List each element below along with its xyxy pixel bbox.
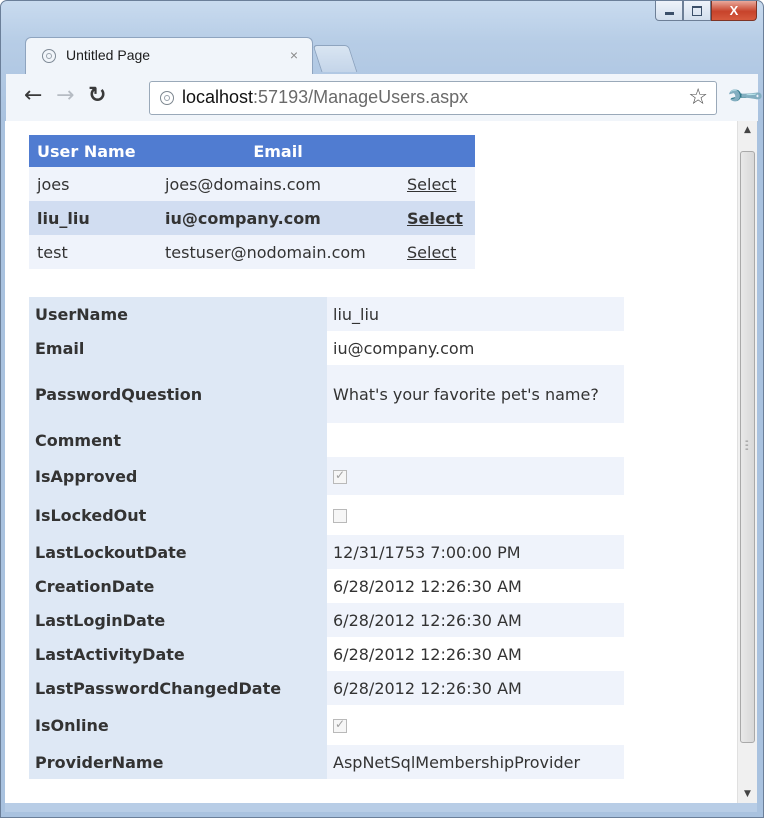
browser-toolbar: ← → ↻ localhost:57193/ManageUsers.aspx ☆…: [6, 74, 764, 122]
email-cell: iu@company.com: [165, 208, 321, 228]
field-label: PasswordQuestion: [29, 365, 327, 423]
details-row: LastActivityDate 6/28/2012 12:26:30 AM: [29, 637, 624, 671]
tab-title: Untitled Page: [66, 47, 151, 63]
select-link[interactable]: Select: [407, 175, 456, 194]
window-bottom-border: [5, 803, 757, 812]
page-content: User Name Email joes joes@domains.com Sele…: [5, 121, 737, 803]
bookmark-star-icon[interactable]: ☆: [688, 85, 708, 110]
minimize-button[interactable]: [655, 1, 683, 21]
email-cell: joes@domains.com: [165, 174, 321, 194]
field-value: 6/28/2012 12:26:30 AM: [327, 569, 624, 603]
field-label: IsApproved: [29, 457, 327, 495]
window-controls: X: [655, 1, 757, 23]
close-window-button[interactable]: X: [711, 1, 757, 21]
minimize-icon: [664, 12, 674, 15]
table-row: test testuser@nodomain.com Select: [29, 235, 475, 269]
url-host: localhost: [182, 87, 254, 107]
maximize-button[interactable]: [683, 1, 711, 21]
details-row: CreationDate 6/28/2012 12:26:30 AM: [29, 569, 624, 603]
field-value: 6/28/2012 12:26:30 AM: [327, 671, 624, 705]
field-value: What's your favorite pet's name?: [327, 365, 624, 423]
field-label: ProviderName: [29, 745, 327, 779]
details-row: PasswordQuestion What's your favorite pet…: [29, 365, 624, 423]
details-row: UserName liu_liu: [29, 297, 624, 331]
address-bar[interactable]: localhost:57193/ManageUsers.aspx ☆: [149, 81, 717, 115]
user-name-cell: liu_liu: [37, 208, 90, 228]
details-row: IsOnline: [29, 705, 624, 745]
reload-icon[interactable]: ↻: [88, 84, 106, 108]
select-link[interactable]: Select: [407, 209, 463, 228]
details-row: IsLockedOut: [29, 495, 624, 535]
user-details-view: UserName liu_liu Email iu@company.com Passwo…: [29, 297, 624, 779]
grid-header-row: User Name Email: [29, 135, 475, 167]
scroll-up-icon[interactable]: ▲: [738, 125, 757, 135]
field-value: [327, 457, 624, 495]
field-label: UserName: [29, 297, 327, 331]
field-label: Email: [29, 331, 327, 365]
field-label: IsOnline: [29, 705, 327, 745]
forward-arrow-icon[interactable]: →: [56, 84, 74, 108]
details-row: Email iu@company.com: [29, 331, 624, 365]
details-row: LastPasswordChangedDate 6/28/2012 12:26:3…: [29, 671, 624, 705]
field-label: IsLockedOut: [29, 495, 327, 535]
tab-close-icon[interactable]: ×: [290, 47, 298, 63]
details-row: IsApproved: [29, 457, 624, 495]
users-grid: User Name Email joes joes@domains.com Sele…: [29, 135, 475, 269]
url-path: :57193/ManageUsers.aspx: [253, 87, 469, 107]
user-name-header: User Name: [29, 135, 157, 167]
details-row: LastLoginDate 6/28/2012 12:26:30 AM: [29, 603, 624, 637]
checkbox-unchecked: [333, 509, 347, 523]
table-row: joes joes@domains.com Select: [29, 167, 475, 201]
wrench-menu-icon[interactable]: 🔧: [724, 76, 764, 117]
back-arrow-icon[interactable]: ←: [24, 84, 42, 108]
details-row: LastLockoutDate 12/31/1753 7:00:00 PM: [29, 535, 624, 569]
select-cell: Select: [399, 201, 475, 235]
close-icon: X: [729, 3, 739, 18]
field-value: [327, 423, 624, 457]
scroll-down-icon[interactable]: ▼: [738, 789, 757, 799]
field-value: liu_liu: [327, 297, 624, 331]
field-value: 6/28/2012 12:26:30 AM: [327, 603, 624, 637]
field-value: [327, 495, 624, 535]
user-name-cell: joes: [37, 174, 70, 194]
table-row-selected: liu_liu iu@company.com Select: [29, 201, 475, 235]
field-value: AspNetSqlMembershipProvider: [327, 745, 624, 779]
field-value: [327, 705, 624, 745]
field-value: iu@company.com: [327, 331, 624, 365]
select-link[interactable]: Select: [407, 243, 456, 262]
browser-tab[interactable]: Untitled Page ×: [25, 37, 313, 75]
select-cell: Select: [399, 235, 475, 269]
field-value: 6/28/2012 12:26:30 AM: [327, 637, 624, 671]
vertical-scrollbar[interactable]: ▲ --- ▼: [737, 121, 757, 803]
page-favicon-icon: [42, 49, 56, 63]
email-header: Email: [157, 135, 399, 167]
field-label: Comment: [29, 423, 327, 457]
url-text: localhost:57193/ManageUsers.aspx: [182, 87, 468, 108]
field-label: CreationDate: [29, 569, 327, 603]
field-label: LastLockoutDate: [29, 535, 327, 569]
email-cell: testuser@nodomain.com: [165, 242, 366, 262]
field-label: LastPasswordChangedDate: [29, 671, 327, 705]
details-row: Comment: [29, 423, 624, 457]
select-header: [399, 135, 475, 167]
page-info-icon[interactable]: [160, 91, 174, 105]
new-tab-button[interactable]: [312, 45, 358, 72]
field-label: LastLoginDate: [29, 603, 327, 637]
checkbox-checked: [333, 717, 347, 733]
select-cell: Select: [399, 167, 475, 201]
maximize-icon: [692, 5, 702, 16]
details-row: ProviderName AspNetSqlMembershipProvider: [29, 745, 624, 779]
scrollbar-thumb[interactable]: ---: [740, 151, 755, 743]
field-label: LastActivityDate: [29, 637, 327, 671]
grip-icon: ---: [745, 436, 749, 455]
checkbox-checked: [333, 468, 347, 484]
field-value: 12/31/1753 7:00:00 PM: [327, 535, 624, 569]
user-name-cell: test: [37, 242, 68, 262]
